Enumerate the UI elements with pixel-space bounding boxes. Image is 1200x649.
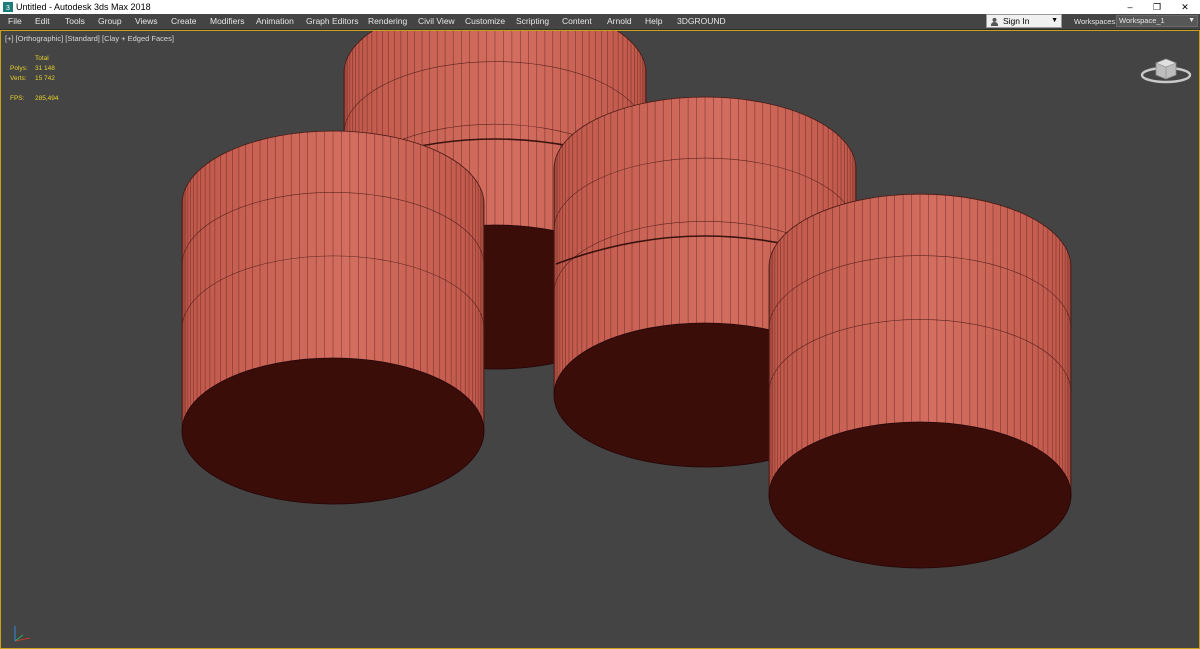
fps-value: 285,494 xyxy=(35,95,59,102)
svg-text:3: 3 xyxy=(6,5,10,12)
cylinder-front-right[interactable] xyxy=(768,193,1072,569)
polys-value: 31 148 xyxy=(35,65,55,72)
axis-tripod-icon xyxy=(14,626,31,642)
menu-rendering[interactable]: Rendering xyxy=(368,14,407,29)
viewport-shading-preset-menu[interactable]: [Standard] xyxy=(65,34,100,43)
menu-civil-view[interactable]: Civil View xyxy=(418,14,455,29)
sign-in-dropdown[interactable]: Sign In ▼ xyxy=(986,14,1062,28)
polys-label: Polys: xyxy=(10,65,28,72)
menu-group[interactable]: Group xyxy=(98,14,122,29)
viewport-label-menu: [+] [Orthographic] [Standard] [Clay + Ed… xyxy=(5,34,174,43)
title-bar: 3 Untitled - Autodesk 3ds Max 2018 – ❐ ✕ xyxy=(0,0,1200,14)
workspaces-value: Workspace_1 xyxy=(1119,16,1165,25)
menu-animation[interactable]: Animation xyxy=(256,14,294,29)
close-button[interactable]: ✕ xyxy=(1171,0,1199,14)
verts-label: Verts: xyxy=(10,75,27,82)
perspective-viewport[interactable]: [+] [Orthographic] [Standard] [Clay + Ed… xyxy=(0,30,1200,649)
stats-header: Total xyxy=(35,55,49,62)
restore-button[interactable]: ❐ xyxy=(1143,0,1171,14)
user-icon xyxy=(990,17,999,26)
chevron-down-icon: ▼ xyxy=(1051,17,1058,24)
menu-customize[interactable]: Customize xyxy=(465,14,505,29)
menu-modifiers[interactable]: Modifiers xyxy=(210,14,244,29)
menu-create[interactable]: Create xyxy=(171,14,197,29)
cylinder-front-left[interactable] xyxy=(181,130,485,505)
menu-content[interactable]: Content xyxy=(562,14,592,29)
menu-edit[interactable]: Edit xyxy=(35,14,50,29)
viewcube-icon[interactable] xyxy=(1139,53,1193,87)
verts-value: 15 742 xyxy=(35,75,55,82)
viewport-general-menu[interactable]: [+] xyxy=(5,34,14,43)
menu-tools[interactable]: Tools xyxy=(65,14,85,29)
fps-label: FPS: xyxy=(10,95,25,102)
viewport-shading-mode-menu[interactable]: [Clay + Edged Faces] xyxy=(102,34,174,43)
menu-scripting[interactable]: Scripting xyxy=(516,14,549,29)
menu-3dground[interactable]: 3DGROUND xyxy=(677,14,726,29)
scene-canvas[interactable] xyxy=(1,31,1199,648)
menu-help[interactable]: Help xyxy=(645,14,662,29)
menu-file[interactable]: File xyxy=(8,14,22,29)
viewport-view-menu[interactable]: [Orthographic] xyxy=(16,34,64,43)
window-title: Untitled - Autodesk 3ds Max 2018 xyxy=(16,2,151,12)
3dsmax-app-icon[interactable]: 3 xyxy=(3,2,13,12)
menu-views[interactable]: Views xyxy=(135,14,158,29)
minimize-button[interactable]: – xyxy=(1116,0,1144,14)
chevron-down-icon: ▼ xyxy=(1188,17,1195,24)
menu-arnold[interactable]: Arnold xyxy=(607,14,632,29)
workspaces-dropdown[interactable]: Workspace_1 ▼ xyxy=(1116,15,1198,27)
workspaces-label: Workspaces: xyxy=(1074,17,1118,26)
menu-graph-editors[interactable]: Graph Editors xyxy=(306,14,358,29)
sign-in-label: Sign In xyxy=(1003,16,1030,26)
